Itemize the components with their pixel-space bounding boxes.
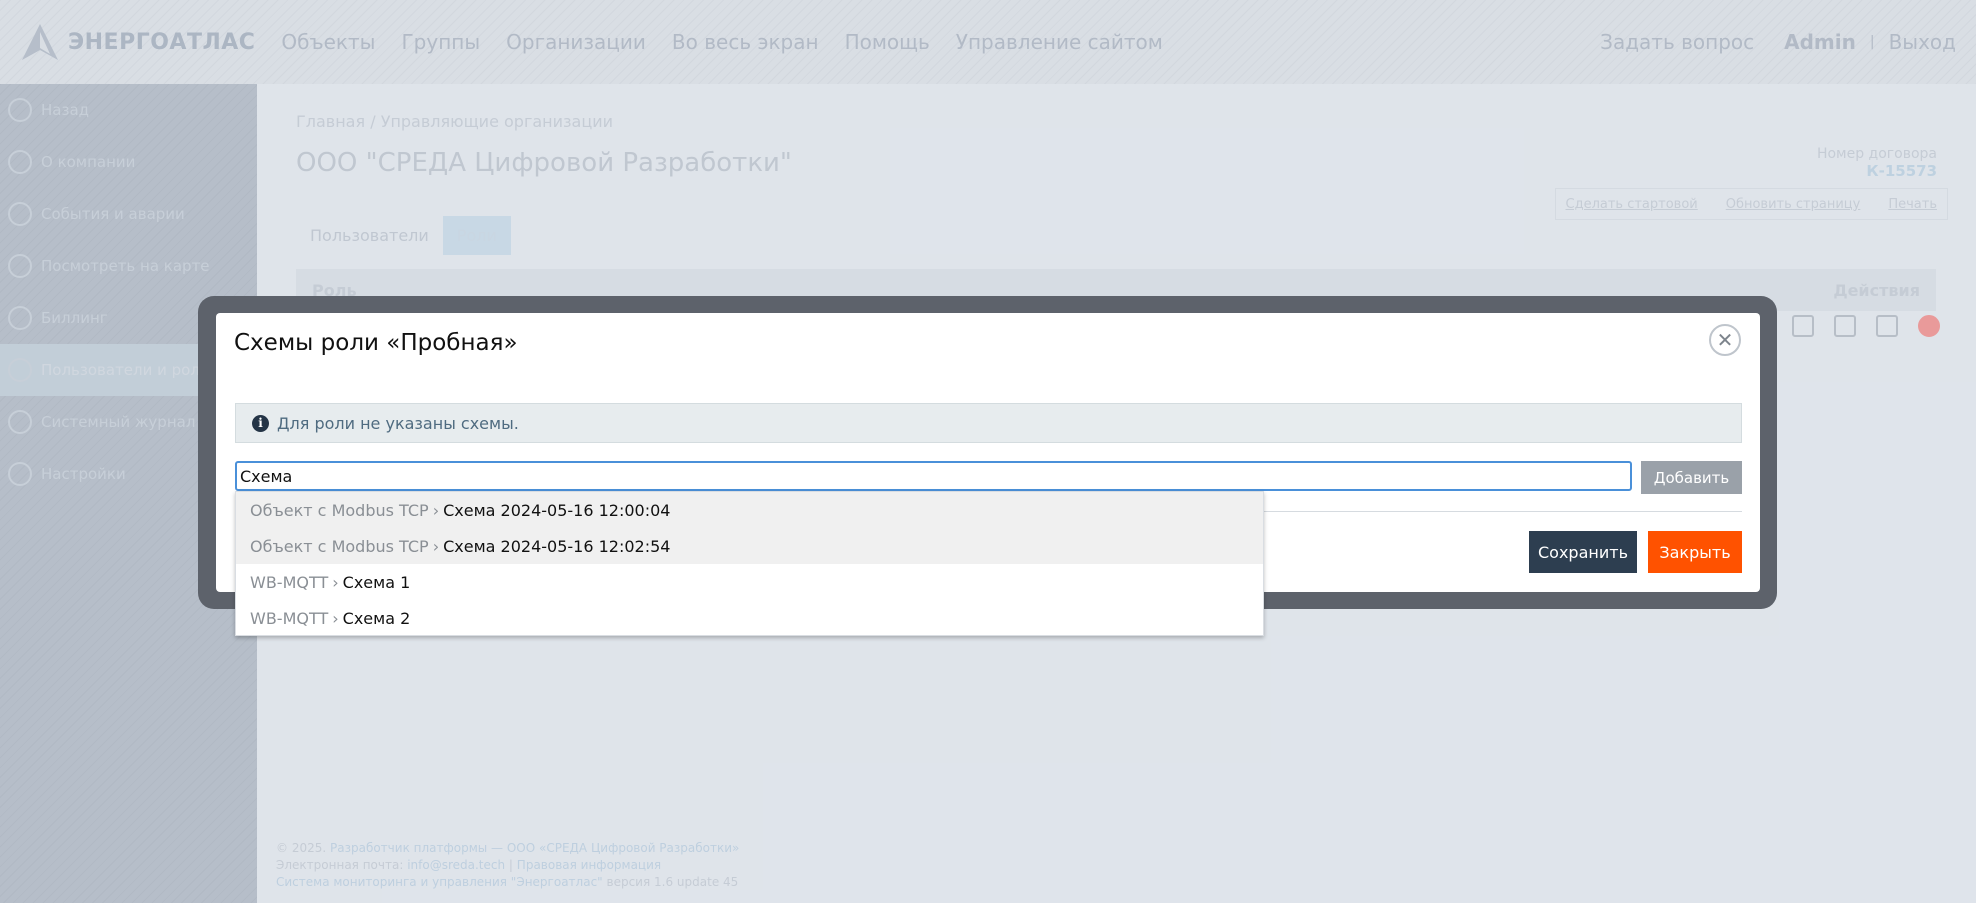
info-icon: i: [252, 414, 269, 432]
add-button[interactable]: Добавить: [1641, 461, 1742, 494]
list-icon[interactable]: [1876, 315, 1898, 337]
modal-divider: [1261, 511, 1742, 512]
info-text: Для роли не указаны схемы.: [277, 413, 519, 433]
info-message: i Для роли не указаны схемы.: [235, 403, 1742, 443]
dropdown-item-separator: ›: [332, 608, 339, 628]
dropdown-item-name: Схема 2: [342, 608, 411, 628]
modal-title: Схемы роли «Пробная»: [234, 330, 518, 356]
dropdown-item-group: WB-MQTT: [250, 572, 329, 592]
dropdown-item-group: Объект с Modbus TCP: [250, 536, 429, 556]
dropdown-item-group: WB-MQTT: [250, 608, 329, 628]
dropdown-item-name: Схема 2024-05-16 12:02:54: [443, 536, 671, 556]
dropdown-item-separator: ›: [432, 500, 440, 520]
dropdown-item-separator: ›: [432, 536, 440, 556]
dropdown-item-separator: ›: [332, 572, 339, 592]
autocomplete-dropdown: Объект с Modbus TCP › Схема 2024-05-16 1…: [235, 491, 1264, 636]
row-action-icons: [1772, 315, 1940, 337]
permissions-icon[interactable]: [1834, 315, 1856, 337]
schemes-icon[interactable]: [1792, 315, 1814, 337]
dropdown-item-group: Объект с Modbus TCP: [250, 500, 429, 520]
dropdown-item[interactable]: WB-MQTT › Схема 2: [236, 600, 1263, 636]
dropdown-item-name: Схема 2024-05-16 12:00:04: [443, 500, 671, 520]
delete-icon[interactable]: [1918, 315, 1940, 337]
dropdown-item[interactable]: WB-MQTT › Схема 1: [236, 564, 1263, 600]
dropdown-item[interactable]: Объект с Modbus TCP › Схема 2024-05-16 1…: [236, 528, 1263, 564]
dropdown-item[interactable]: Объект с Modbus TCP › Схема 2024-05-16 1…: [236, 492, 1263, 528]
dropdown-item-name: Схема 1: [342, 572, 411, 592]
close-icon[interactable]: ✕: [1709, 324, 1741, 356]
scheme-search-input[interactable]: [235, 461, 1632, 491]
save-button[interactable]: Сохранить: [1529, 531, 1637, 573]
close-button[interactable]: Закрыть: [1648, 531, 1742, 573]
